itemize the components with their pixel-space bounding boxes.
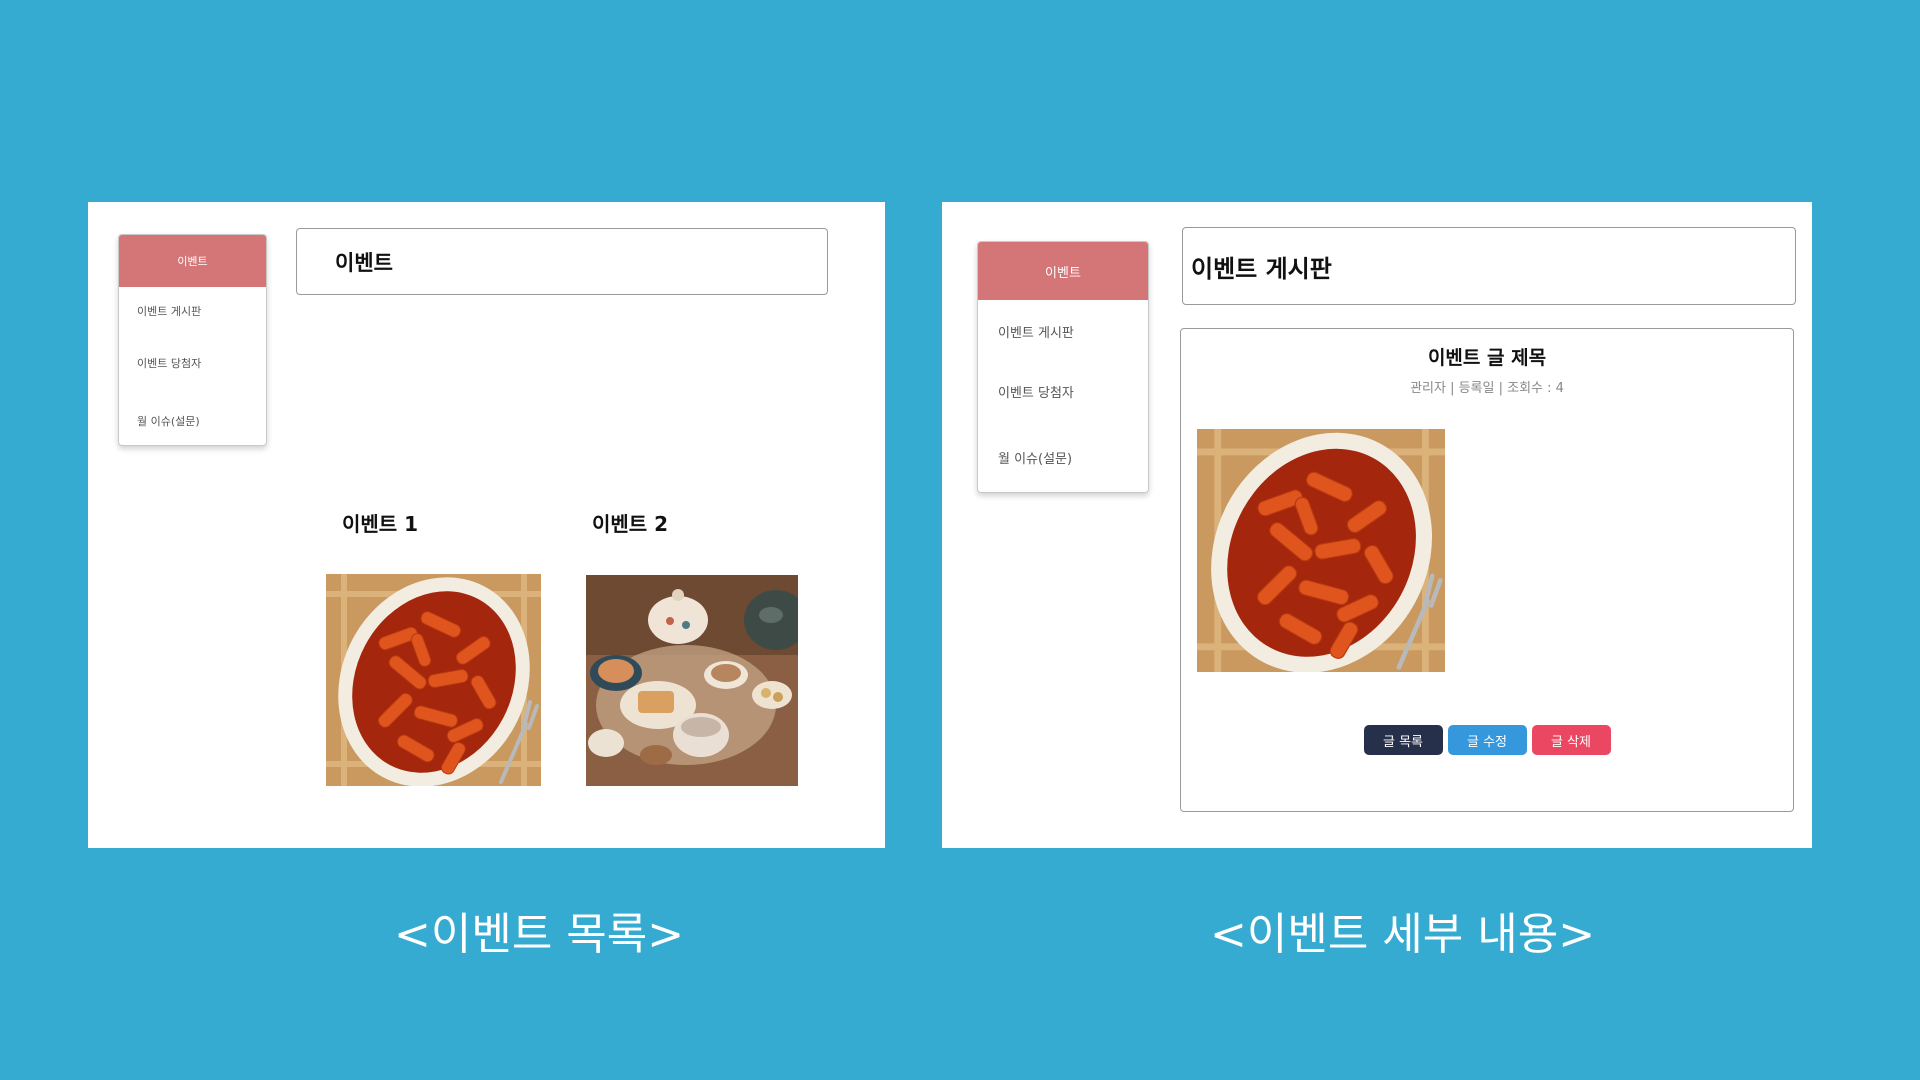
delete-button[interactable]: 글 삭제 — [1531, 725, 1611, 755]
event-2-thumbnail[interactable] — [586, 575, 798, 786]
post-actions: 글 목록 글 수정 글 삭제 — [1181, 725, 1793, 755]
sidebar-item-monthly-issue[interactable]: 월 이슈(설문) — [119, 413, 266, 429]
sidebar-item-event-winners[interactable]: 이벤트 당첨자 — [978, 382, 1148, 401]
event-list-screen: 이벤트 이벤트 게시판 이벤트 당첨자 월 이슈(설문) 이벤트 이벤트 1 이… — [88, 202, 885, 848]
page-title: 이벤트 — [296, 228, 828, 295]
sidebar-item-event[interactable]: 이벤트 — [978, 242, 1148, 300]
event-1-label: 이벤트 1 — [342, 512, 419, 536]
post-image — [1197, 429, 1445, 672]
sidebar-item-event-winners[interactable]: 이벤트 당첨자 — [119, 355, 266, 371]
post-title: 이벤트 글 제목 — [1427, 347, 1547, 369]
edit-button[interactable]: 글 수정 — [1447, 725, 1527, 755]
sidebar-item-event[interactable]: 이벤트 — [119, 235, 266, 287]
event-list-caption: <이벤트 목록> — [394, 909, 685, 960]
sidebar-menu: 이벤트 이벤트 게시판 이벤트 당첨자 월 이슈(설문) — [977, 241, 1149, 493]
event-detail-screen: 이벤트 이벤트 게시판 이벤트 당첨자 월 이슈(설문) 이벤트 게시판 이벤트… — [942, 202, 1812, 848]
sidebar-menu: 이벤트 이벤트 게시판 이벤트 당첨자 월 이슈(설문) — [118, 234, 267, 446]
post-card: 이벤트 글 제목 관리자 | 등록일 | 조회수 : 4 글 목록 글 수정 글… — [1180, 328, 1794, 812]
sidebar-item-event-board[interactable]: 이벤트 게시판 — [119, 303, 266, 319]
event-detail-caption: <이벤트 세부 내용> — [1210, 909, 1596, 960]
list-button[interactable]: 글 목록 — [1363, 725, 1443, 755]
tteokbokki-image — [1197, 429, 1445, 672]
post-meta: 관리자 | 등록일 | 조회수 : 4 — [1410, 381, 1564, 396]
page-title: 이벤트 게시판 — [1182, 227, 1796, 305]
tea-table-image — [586, 575, 798, 786]
sidebar-item-monthly-issue[interactable]: 월 이슈(설문) — [978, 448, 1148, 467]
event-1-thumbnail[interactable] — [326, 574, 541, 786]
tteokbokki-image — [326, 574, 541, 786]
event-2-label: 이벤트 2 — [592, 512, 669, 536]
sidebar-item-event-board[interactable]: 이벤트 게시판 — [978, 322, 1148, 341]
